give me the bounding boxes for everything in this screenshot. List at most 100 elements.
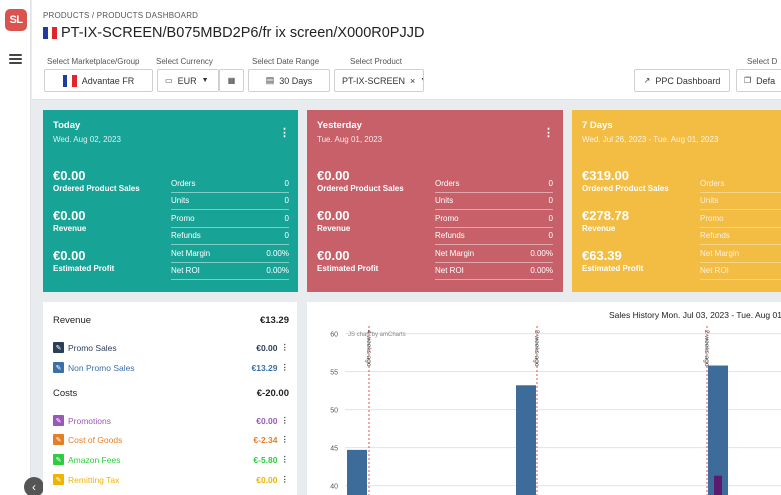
card-menu-icon[interactable]: ⋮: [279, 126, 290, 139]
card-metric-revenue: €0.00 Revenue: [53, 208, 86, 233]
more-icon[interactable]: ⋮: [281, 434, 290, 445]
stat-value: 0: [548, 196, 553, 206]
card-stat-row: Refunds 0: [171, 228, 289, 245]
menu-icon[interactable]: [9, 54, 22, 64]
card-date: Wed. Jul 26, 2023 - Tue. Aug 01, 2023: [582, 135, 719, 144]
remitting-tax-row[interactable]: ✎ Remitting Tax €0.00 ⋮: [53, 474, 289, 485]
bar[interactable]: [708, 365, 728, 495]
card-title: Yesterday: [317, 120, 362, 131]
clear-icon[interactable]: ×: [410, 76, 415, 86]
metric-value: €0.00: [317, 248, 350, 263]
y-tick-label: 60: [330, 332, 338, 339]
metric-value: €319.00: [582, 168, 629, 183]
promo-sales-label: Promo Sales: [68, 342, 117, 353]
stat-label: Net ROI: [700, 266, 729, 276]
revenue-label: Revenue: [53, 315, 92, 326]
more-icon[interactable]: ⋮: [281, 342, 290, 353]
cogs-value: €-2.34: [253, 434, 278, 445]
metric-value: €63.39: [582, 248, 622, 263]
stat-label: Net Margin: [171, 248, 211, 258]
card-stat-row: Promo 0: [171, 210, 289, 228]
y-tick-label: 40: [330, 484, 338, 491]
france-flag-icon: [43, 27, 58, 39]
card-stat-row: Promo 0: [435, 210, 553, 228]
product-select[interactable]: PT-IX-SCREEN × ▼: [334, 69, 424, 92]
revenue-breakdown-panel: Revenue €13.29 ✎ Promo Sales €0.00 ⋮ ✎ Non …: [43, 302, 297, 495]
calendar-icon: ▤: [265, 75, 275, 85]
card-date: Tue. Aug 01, 2023: [317, 135, 383, 144]
summary-card-0: Today Wed. Aug 02, 2023 ⋮ €0.00 Ordered Pr…: [43, 110, 298, 292]
marketplace-select[interactable]: Advantae FR: [44, 69, 153, 92]
marketplace-label: Select Marketplace/Group: [47, 57, 140, 66]
non-promo-label: Non Promo Sales: [68, 362, 135, 373]
more-icon[interactable]: ⋮: [281, 454, 290, 465]
marketplace-value: Advantae FR: [81, 75, 135, 86]
metric-label: Revenue: [53, 224, 87, 233]
metric-label: Ordered Product Sales: [582, 184, 669, 193]
card-stat-row: Units 0: [171, 193, 289, 210]
extra-select-label: Select D: [747, 57, 778, 66]
edit-icon: ✎: [53, 474, 64, 485]
metric-value: €0.00: [53, 208, 86, 223]
promotions-value: €0.00: [256, 415, 278, 426]
date-range-select[interactable]: ▤ 30 Days: [248, 69, 330, 92]
currency-label: Select Currency: [156, 57, 213, 66]
stat-label: Net ROI: [171, 266, 200, 276]
stat-label: Orders: [435, 178, 460, 188]
card-stat-row: Orders 0: [435, 175, 553, 193]
costs-total: €-20.00: [256, 388, 289, 399]
stat-label: Orders: [171, 178, 196, 188]
card-stat-row: Orders 0: [171, 175, 289, 193]
promotions-row[interactable]: ✎ Promotions €0.00 ⋮: [53, 415, 289, 426]
fees-label: Amazon Fees: [68, 454, 121, 465]
bar[interactable]: [347, 449, 367, 495]
promo-sales-row[interactable]: ✎ Promo Sales €0.00 ⋮: [53, 342, 289, 353]
stat-value: 0: [548, 231, 553, 241]
card-metric-revenue: €0.00 Revenue: [317, 208, 350, 233]
more-icon[interactable]: ⋮: [281, 415, 290, 426]
page-title: PT-IX-SCREEN/B075MBD2P6/fr ix screen/X00…: [43, 25, 424, 41]
card-stat-row: Refunds 0: [435, 228, 553, 245]
cogs-label: Cost of Goods: [68, 434, 123, 445]
ppc-dashboard-button[interactable]: ↗ PPC Dashboard: [634, 69, 730, 92]
metric-value: €0.00: [53, 248, 86, 263]
card-stat-row: Orders: [700, 175, 781, 193]
card-stats: Orders 0 Units 0 Promo 0 Refunds 0 Net M…: [435, 175, 553, 280]
bar[interactable]: [516, 385, 536, 495]
metric-value: €0.00: [53, 168, 86, 183]
app-logo[interactable]: SL: [5, 9, 27, 31]
product-label: Select Product: [350, 57, 403, 66]
cost-of-goods-row[interactable]: ✎ Cost of Goods €-2.34 ⋮: [53, 434, 289, 445]
stat-label: Net ROI: [435, 266, 464, 276]
stat-label: Refunds: [171, 231, 201, 241]
amazon-fees-row[interactable]: ✎ Amazon Fees €-5.80 ⋮: [53, 454, 289, 465]
card-stat-row: Net ROI: [700, 263, 781, 280]
card-stats: Orders Units Promo Refunds Net Margin Ne…: [700, 175, 781, 280]
annotation-label: 2 weeks ago: [703, 330, 710, 367]
currency-select[interactable]: ▭ EUR ▼: [157, 69, 219, 92]
revenue-header: Revenue €13.29: [53, 315, 289, 326]
more-icon[interactable]: ⋮: [281, 362, 290, 373]
default-button[interactable]: ❐ Defa: [736, 69, 781, 92]
stat-label: Promo: [435, 213, 459, 223]
card-metric-ordered_sales: €319.00 Ordered Product Sales: [582, 168, 669, 193]
scroll-left-icon[interactable]: ‹: [24, 477, 44, 495]
more-icon[interactable]: ⋮: [281, 474, 290, 485]
stat-value: 0.00%: [266, 248, 289, 258]
sales-history-panel: 60 55 50 45 40 4 weeks ago 3 weeks ago 2 weeks …: [307, 302, 781, 495]
caret-down-icon: ▼: [201, 77, 209, 84]
card-menu-icon[interactable]: ⋮: [543, 126, 554, 139]
breadcrumb: PRODUCTS / PRODUCTS DASHBOARD: [43, 11, 199, 20]
promotions-label: Promotions: [68, 415, 111, 426]
card-stat-row: Units 0: [435, 193, 553, 210]
stat-label: Units: [700, 196, 719, 206]
stat-value: 0: [284, 231, 289, 241]
fees-value: €-5.80: [253, 454, 278, 465]
metric-label: Estimated Profit: [317, 264, 379, 273]
calculator-button[interactable]: ▦: [219, 69, 244, 92]
card-stat-row: Promo: [700, 210, 781, 228]
bar[interactable]: [714, 475, 722, 495]
non-promo-sales-row[interactable]: ✎ Non Promo Sales €13.29 ⋮: [53, 362, 289, 373]
card-metric-ordered_sales: €0.00 Ordered Product Sales: [317, 168, 404, 193]
card-stat-row: Units: [700, 193, 781, 210]
